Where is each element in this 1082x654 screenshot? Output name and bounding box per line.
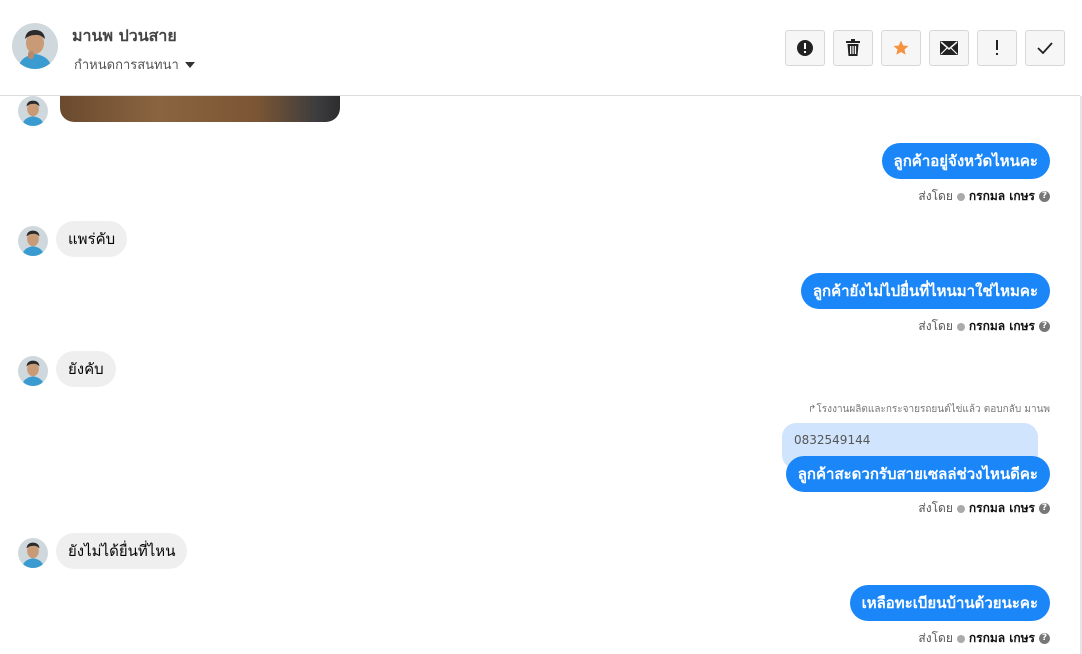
help-icon[interactable]: ? <box>1039 503 1050 514</box>
mail-button[interactable] <box>929 30 969 66</box>
star-button[interactable] <box>881 30 921 66</box>
conversation-setting-dropdown[interactable]: กำหนดการสนทนา <box>74 54 195 75</box>
agent-name: กรกมล เกษร <box>968 319 1035 333</box>
agent-name: กรกมล เกษร <box>968 189 1035 203</box>
incoming-message: ยังคับ <box>56 351 116 387</box>
sent-by-info: ส่งโดย กรกมล เกษร ? <box>918 629 1050 648</box>
agent-status-icon <box>956 192 965 201</box>
sent-by-info: ส่งโดย กรกมล เกษร ? <box>918 317 1050 336</box>
sent-by-label: ส่งโดย <box>918 501 953 515</box>
caret-down-icon <box>184 61 195 68</box>
incoming-message: แพร่คับ <box>56 221 128 257</box>
delete-button[interactable] <box>833 30 873 66</box>
customer-avatar <box>18 356 48 386</box>
contact-avatar[interactable] <box>12 23 58 69</box>
sent-by-info: ส่งโดย กรกมล เกษร ? <box>918 499 1050 518</box>
help-icon[interactable]: ? <box>1039 191 1050 202</box>
contact-name: มานพ ปวนสาย <box>72 26 177 45</box>
agent-name: กรกมล เกษร <box>968 501 1035 515</box>
star-icon <box>893 40 909 55</box>
help-icon[interactable]: ? <box>1039 321 1050 332</box>
envelope-icon <box>940 41 958 55</box>
outgoing-message: ลูกค้าสะดวกรับสายเซลล่ช่วงไหนดีคะ <box>785 456 1050 492</box>
outgoing-message: เหลือทะเบียนบ้านด้วยนะคะ <box>849 585 1050 621</box>
check-icon <box>1037 42 1053 54</box>
agent-status-icon <box>956 504 965 513</box>
sent-by-label: ส่งโดย <box>918 631 953 645</box>
outgoing-message: ลูกค้าอยู่จังหวัดไหนคะ <box>881 143 1050 179</box>
sent-by-label: ส่งโดย <box>918 189 953 203</box>
sent-by-label: ส่งโดย <box>918 319 953 333</box>
agent-name: กรกมล เกษร <box>968 631 1035 645</box>
agent-status-icon <box>956 322 965 331</box>
trash-icon <box>846 39 860 56</box>
agent-status-icon <box>956 634 965 643</box>
important-button[interactable] <box>977 30 1017 66</box>
customer-avatar <box>18 538 48 568</box>
incoming-message: ยังไม่ได้ยื่นที่ไหน <box>56 533 188 569</box>
exclamation-icon <box>996 40 998 55</box>
conversation-header: มานพ ปวนสาย กำหนดการสนทนา <box>0 0 1080 96</box>
sent-by-info: ส่งโดย กรกมล เกษร ? <box>918 187 1050 206</box>
customer-avatar <box>18 96 48 126</box>
reply-note: ↱โรงงานผลิตและกระจายรถยนต์ไข่แล้ว ตอบกลั… <box>808 404 1050 415</box>
alert-circle-icon <box>797 40 813 56</box>
help-icon[interactable]: ? <box>1039 633 1050 644</box>
message-image[interactable] <box>60 96 340 122</box>
header-actions <box>785 30 1065 66</box>
conversation-setting-label: กำหนดการสนทนา <box>74 58 179 73</box>
outgoing-message: ลูกค้ายังไม่ไปยื่นที่ไหนมาใช่ไหมคะ <box>800 273 1050 309</box>
customer-avatar <box>18 226 48 256</box>
done-button[interactable] <box>1025 30 1065 66</box>
report-button[interactable] <box>785 30 825 66</box>
